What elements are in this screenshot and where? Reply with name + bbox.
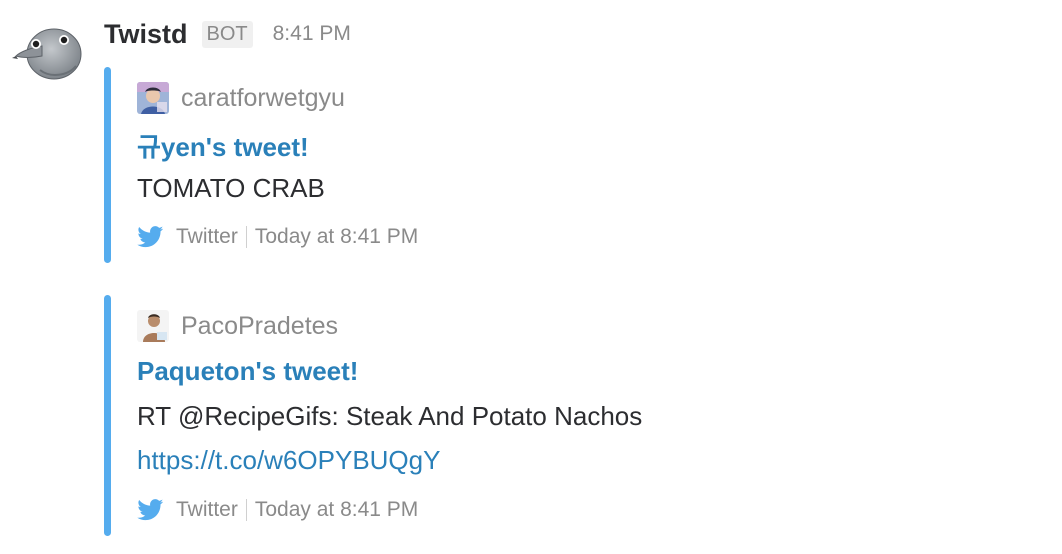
attachment-footer: Twitter Today at 8:41 PM [137,222,418,252]
attachment-footer: Twitter Today at 8:41 PM [137,495,418,525]
tweet-text: RT @RecipeGifs: Steak And Potato Nachos [137,401,643,431]
tweet-attachment: PacoPradetes Paqueton's tweet! RT @Recip… [104,295,1004,536]
footer-timestamp[interactable]: Today at 8:41 PM [255,225,418,249]
footer-source: Twitter [176,498,238,521]
author-name[interactable]: caratforwetgyu [181,84,345,113]
author-avatar[interactable] [137,82,169,114]
bot-message: Twistd BOT 8:41 PM caratforwetgyu 규yen's… [0,0,1062,554]
tweet-url-link[interactable]: https://t.co/w6OPYBUQgY [137,445,440,476]
tweet-attachment: caratforwetgyu 규yen's tweet! TOMATO CRAB… [104,67,1004,263]
footer-divider [245,499,247,521]
footer-timestamp[interactable]: Today at 8:41 PM [255,498,418,522]
bot-badge: BOT [201,20,253,48]
author-name[interactable]: PacoPradetes [181,312,338,341]
twitter-bird-icon [137,226,164,248]
tweet-title-link[interactable]: 규yen's tweet! [137,127,309,164]
attachment-bar [104,295,111,536]
attachment-bar [104,67,111,263]
message-timestamp[interactable]: 8:41 PM [273,22,351,46]
tweet-text: TOMATO CRAB [137,173,325,203]
footer-source: Twitter [176,225,238,248]
footer-divider [245,226,247,248]
attachment-author: caratforwetgyu [137,81,345,115]
twitter-bird-icon [137,499,164,521]
author-avatar[interactable] [137,310,169,342]
attachment-author: PacoPradetes [137,309,338,343]
sender-name[interactable]: Twistd [104,19,188,50]
pigeon-icon[interactable] [12,18,84,84]
tweet-title-link[interactable]: Paqueton's tweet! [137,356,358,387]
message-header: Twistd BOT 8:41 PM [104,14,351,54]
